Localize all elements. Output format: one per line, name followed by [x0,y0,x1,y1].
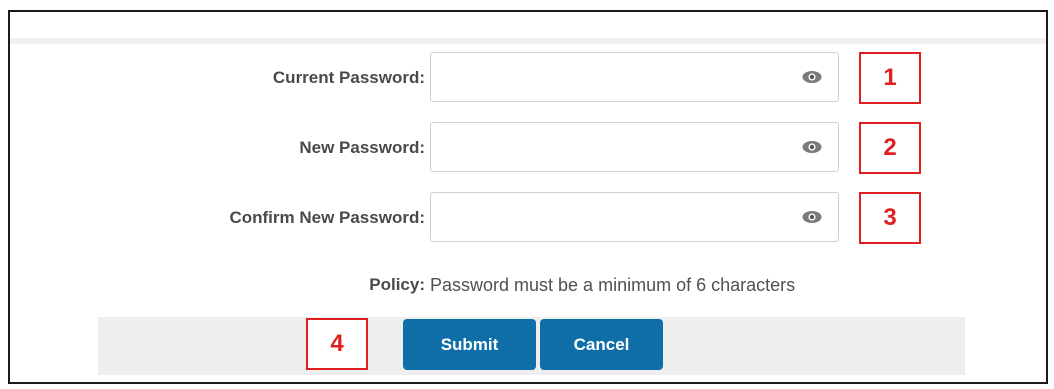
password-policy: Policy: Password must be a minimum of 6 … [10,275,1046,299]
policy-label: Policy: [369,275,425,294]
current-password-row: Current Password: 1 [10,52,1046,106]
top-divider [10,38,1046,44]
annotation-marker-1: 1 [859,52,921,104]
new-password-field[interactable] [430,122,839,172]
confirm-password-input[interactable] [431,193,791,241]
eye-icon[interactable] [802,140,822,154]
current-password-input[interactable] [431,53,791,101]
submit-button[interactable]: Submit [403,319,536,370]
confirm-password-field[interactable] [430,192,839,242]
new-password-label: New Password: [299,138,425,157]
new-password-input[interactable] [431,123,791,171]
annotation-marker-2: 2 [859,122,921,174]
confirm-password-label: Confirm New Password: [229,208,425,227]
confirm-password-row: Confirm New Password: 3 [10,192,1046,246]
current-password-field[interactable] [430,52,839,102]
form-actions-bar: 4 Submit Cancel [98,317,965,375]
change-password-panel: Current Password: 1 New Password: 2 Conf… [8,10,1048,384]
eye-icon[interactable] [802,70,822,84]
new-password-row: New Password: 2 [10,122,1046,176]
annotation-marker-3: 3 [859,192,921,244]
policy-text: Password must be a minimum of 6 characte… [430,275,796,295]
current-password-label: Current Password: [272,68,425,87]
annotation-marker-4: 4 [306,318,368,370]
eye-icon[interactable] [802,210,822,224]
cancel-button[interactable]: Cancel [540,319,663,370]
